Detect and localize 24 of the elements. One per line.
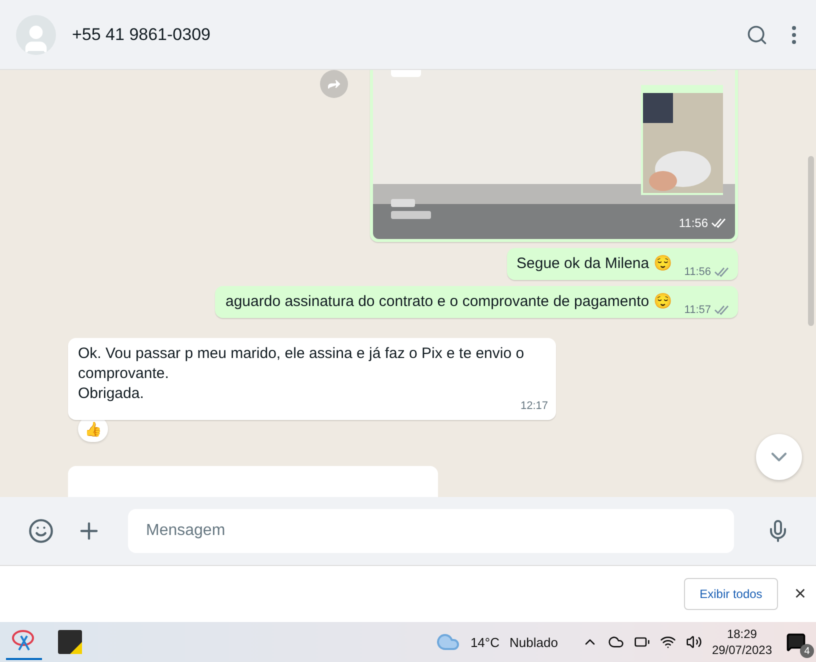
message-time: 12:17: [520, 400, 548, 412]
volume-icon[interactable]: [686, 634, 702, 650]
notification-count: 4: [800, 644, 814, 658]
message-text: Obrigada.: [78, 384, 145, 404]
message-text: Segue ok da Milena 😌: [516, 255, 672, 272]
smiley-icon: [28, 518, 54, 544]
message-input[interactable]: Mensagem: [128, 509, 734, 553]
close-button[interactable]: ×: [792, 582, 808, 606]
show-all-button[interactable]: Exibir todos: [684, 578, 778, 610]
cloud-icon[interactable]: [608, 634, 624, 650]
message-time: 11:57: [684, 303, 711, 318]
message-text: aguardo assinatura do contrato e o comprovante de pagamento 😌: [225, 293, 672, 310]
message-time: 11:56: [684, 265, 711, 280]
menu-icon: [792, 26, 796, 44]
message-time: 11:56: [678, 215, 708, 232]
temperature[interactable]: 14°C: [470, 634, 500, 650]
clock-date[interactable]: 29/07/2023: [712, 642, 772, 658]
scrollbar[interactable]: [808, 156, 814, 326]
message-text: Ok. Vou passar p meu marido, ele assina e já faz o Pix e te envio o comprovante.: [78, 344, 526, 384]
wifi-icon[interactable]: [660, 634, 676, 650]
chat-icon: [786, 632, 806, 652]
clock-time[interactable]: 18:29: [726, 626, 757, 642]
search-icon: [746, 24, 768, 46]
weather-condition[interactable]: Nublado: [510, 634, 558, 650]
